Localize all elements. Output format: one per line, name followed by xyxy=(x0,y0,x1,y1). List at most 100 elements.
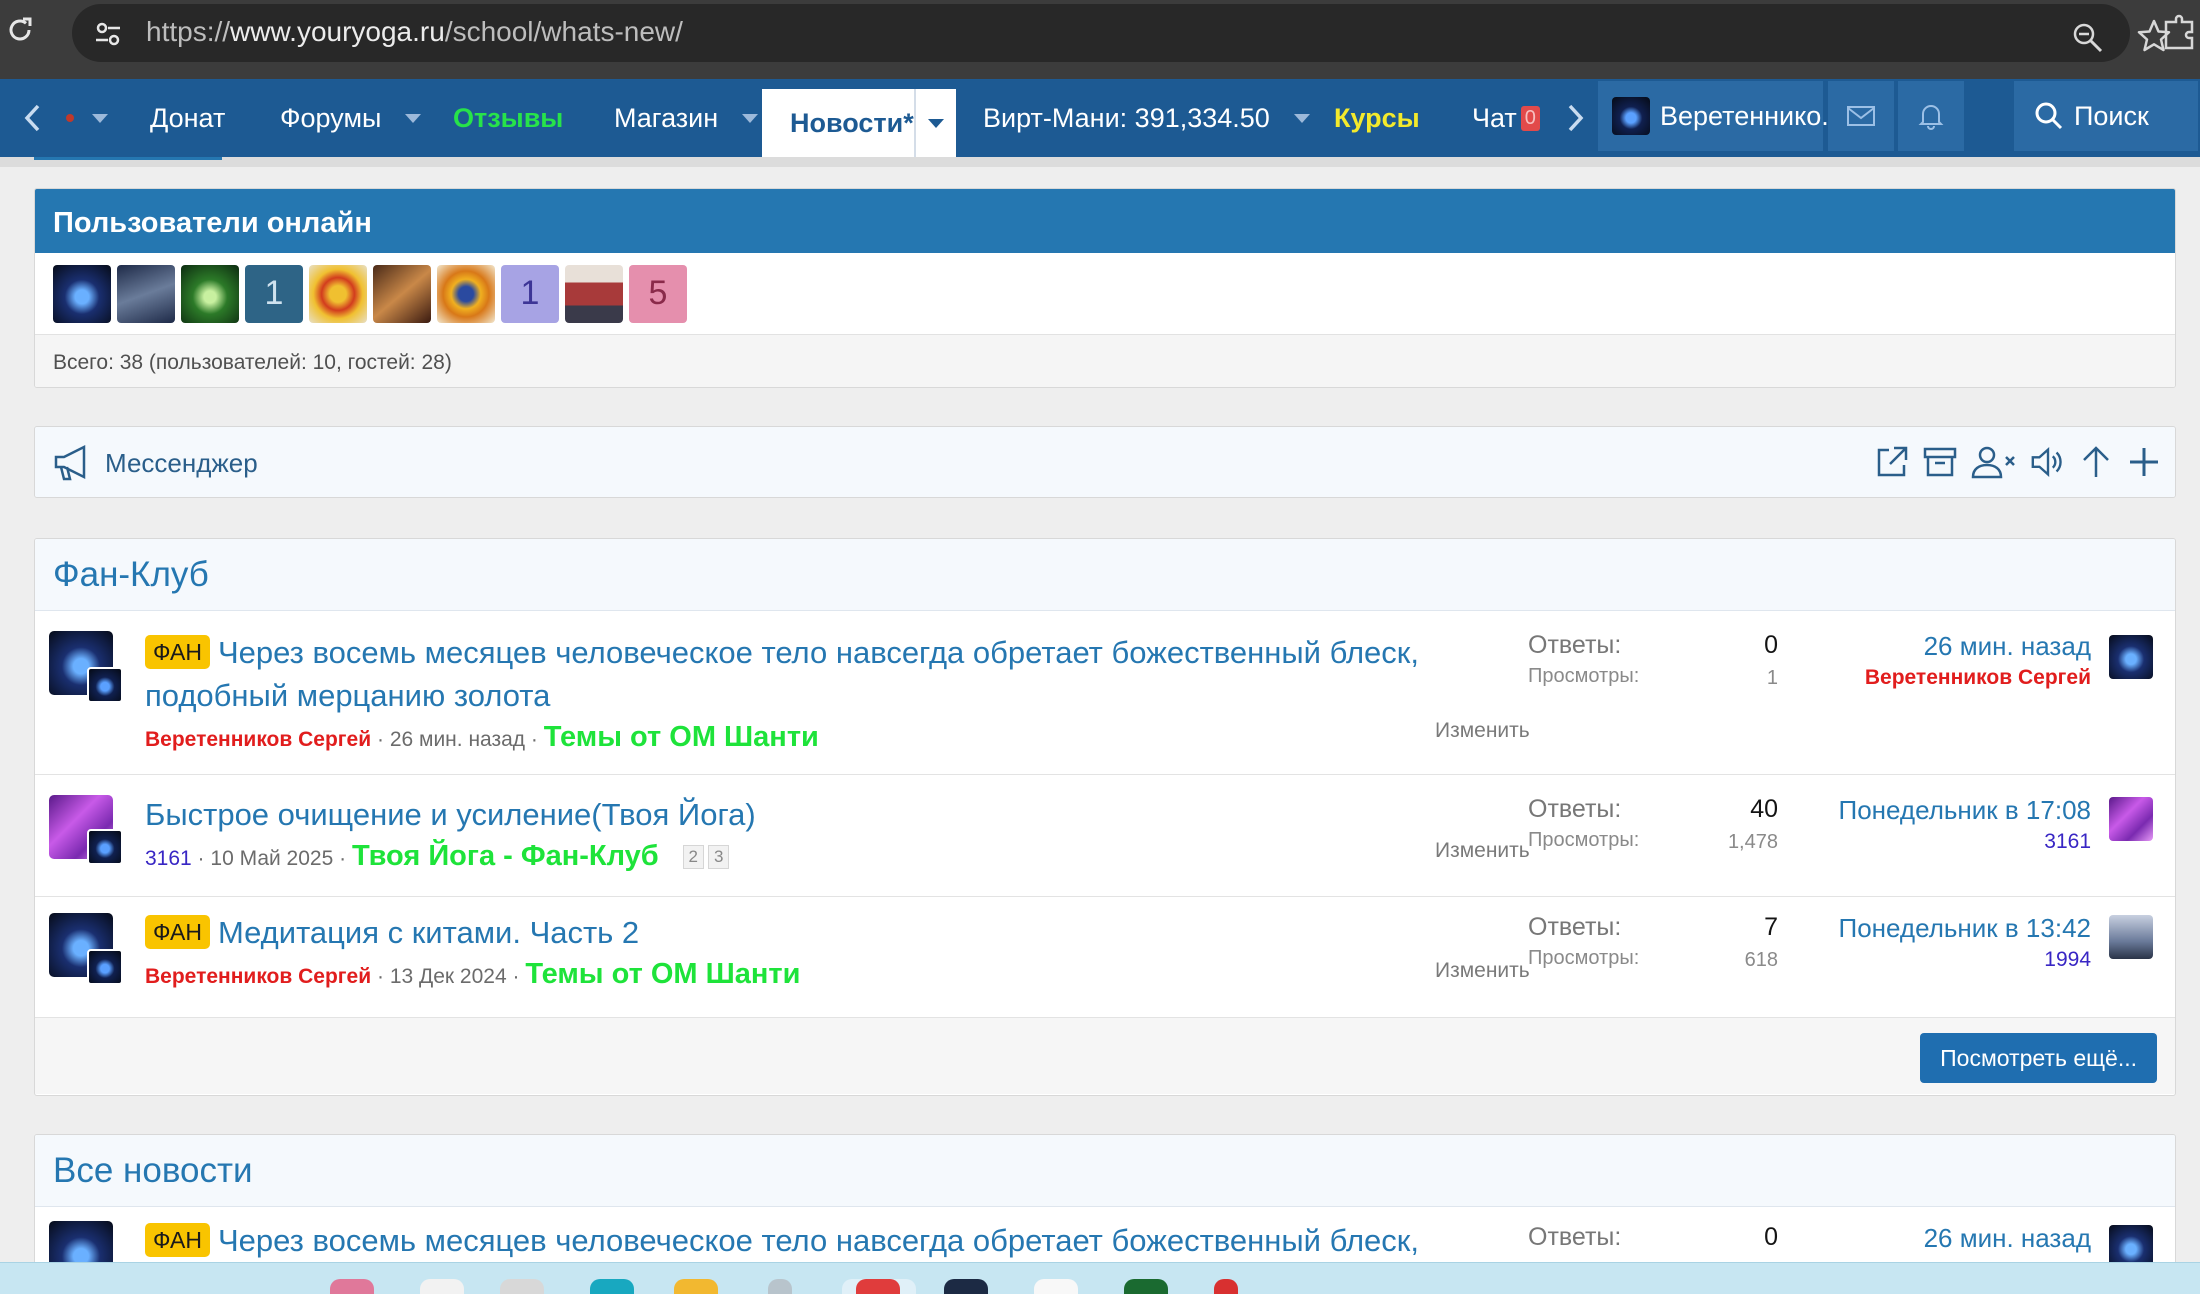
avatar[interactable] xyxy=(373,264,431,323)
search-button[interactable]: Поиск xyxy=(2014,81,2198,151)
views-label: Просмотры: xyxy=(1528,829,1640,851)
avatar-small[interactable] xyxy=(87,667,123,703)
thread-author[interactable]: 3161 xyxy=(145,847,192,870)
taskbar-app-icon[interactable] xyxy=(1034,1279,1078,1294)
taskbar-app-icon[interactable] xyxy=(768,1279,792,1294)
thread-title[interactable]: ФАН Через восемь месяцев человеческое тел… xyxy=(145,631,1485,717)
latest-user[interactable]: Веретенников Сергей xyxy=(1865,666,2091,690)
user-menu[interactable]: Веретеннико... xyxy=(1598,81,1844,151)
url-text[interactable]: https://www.youryoga.ru/school/whats-new… xyxy=(146,16,683,48)
plus-icon[interactable] xyxy=(2125,443,2163,481)
thread-meta: Веретенников Сергей · 13 Дек 2024 · Темы… xyxy=(145,958,801,990)
taskbar-app-icon[interactable] xyxy=(330,1279,374,1294)
user-remove-icon[interactable] xyxy=(1969,443,2019,481)
view-more-button[interactable]: Посмотреть ещё... xyxy=(1920,1033,2157,1083)
thread-date[interactable]: 26 мин. назад xyxy=(390,728,525,751)
avatar-letter[interactable]: 1 xyxy=(501,264,559,323)
arrow-up-icon[interactable] xyxy=(2077,443,2115,481)
nav-item-reviews[interactable]: Отзывы xyxy=(453,79,563,157)
edit-link[interactable]: Изменить xyxy=(1435,719,1530,743)
nav-item-chat[interactable]: Чат 0 xyxy=(1472,79,1540,157)
inbox-button[interactable] xyxy=(1828,81,1894,151)
latest-time[interactable]: 26 мин. назад xyxy=(1865,631,2091,662)
thread-author[interactable]: Веретенников Сергей xyxy=(145,965,371,988)
search-icon xyxy=(2035,102,2063,130)
reload-icon[interactable] xyxy=(4,14,36,46)
thread-meta: Веретенников Сергей · 26 мин. назад · Те… xyxy=(145,721,819,753)
avatar-letter[interactable]: 5 xyxy=(629,264,687,323)
thread-forum[interactable]: Темы от ОМ Шанти xyxy=(544,721,819,753)
thread-date[interactable]: 10 Май 2025 xyxy=(210,847,333,870)
sound-icon[interactable] xyxy=(2029,443,2067,481)
edit-link[interactable]: Изменить xyxy=(1435,959,1530,983)
thread-title-line1: Через восемь месяцев человеческое тело н… xyxy=(217,1223,1419,1258)
edit-link[interactable]: Изменить xyxy=(1435,839,1530,863)
replies-label: Ответы: xyxy=(1528,631,1622,659)
nav-label: Донат xyxy=(150,102,226,133)
nav-scroll-right[interactable] xyxy=(1566,79,1586,157)
external-link-icon[interactable] xyxy=(1873,443,1911,481)
thread-title[interactable]: ФАН Через восемь месяцев человеческое тел… xyxy=(145,1219,1485,1262)
nav-item-forums[interactable]: Форумы xyxy=(280,79,422,157)
nav-item-virt-money[interactable]: Вирт-Мани: 391,334.50 xyxy=(983,79,1310,157)
messenger-bar[interactable]: Мессенджер xyxy=(35,427,2175,497)
thread-title[interactable]: Быстрое очищение и усиление(Твоя Йога) xyxy=(145,793,1485,836)
avatar[interactable] xyxy=(53,264,111,323)
nav-news-dropdown[interactable] xyxy=(914,89,956,157)
thread-forum[interactable]: Темы от ОМ Шанти xyxy=(525,958,800,990)
site-info-icon[interactable] xyxy=(92,18,124,50)
avatar[interactable] xyxy=(309,264,367,323)
page-link[interactable]: 3 xyxy=(708,845,730,869)
avatar[interactable] xyxy=(565,264,623,323)
replies-count: 7 xyxy=(1764,913,1778,941)
latest-user[interactable]: 1994 xyxy=(1839,948,2091,972)
taskbar-app-icon[interactable] xyxy=(856,1279,900,1294)
thread-prefix[interactable]: ФАН xyxy=(145,915,210,949)
page-link[interactable]: 2 xyxy=(682,845,705,869)
taskbar-app-icon[interactable] xyxy=(944,1279,988,1294)
thread-prefix[interactable]: ФАН xyxy=(145,1223,210,1257)
latest-user[interactable]: 3161 xyxy=(1839,830,2091,854)
archive-icon[interactable] xyxy=(1921,443,1959,481)
thread-prefix[interactable]: ФАН xyxy=(145,635,210,669)
taskbar-app-icon[interactable] xyxy=(1124,1279,1168,1294)
taskbar-app-icon[interactable] xyxy=(590,1279,634,1294)
nav-item-hidden[interactable] xyxy=(66,79,108,157)
extensions-icon[interactable] xyxy=(2160,14,2200,50)
thread-forum[interactable]: Твоя Йога - Фан-Клуб xyxy=(352,840,659,872)
replies-label: Ответы: xyxy=(1528,913,1622,941)
nav-user-area: Веретеннико... Поиск xyxy=(1594,79,2200,157)
latest-time[interactable]: Понедельник в 13:42 xyxy=(1839,913,2091,944)
taskbar-app-icon[interactable] xyxy=(500,1279,544,1294)
nav-label: Вирт-Мани: 391,334.50 xyxy=(983,102,1270,133)
thread-title[interactable]: ФАН Медитация с китами. Часть 2 xyxy=(145,911,1485,954)
nav-item-shop[interactable]: Магазин xyxy=(614,79,759,157)
nav-item-courses[interactable]: Курсы xyxy=(1334,79,1420,157)
avatar[interactable] xyxy=(437,264,495,323)
zoom-icon[interactable] xyxy=(2070,20,2104,54)
taskbar-app-icon[interactable] xyxy=(1214,1279,1238,1294)
views-count: 618 xyxy=(1744,949,1778,971)
thread-latest: Понедельник в 13:42 1994 xyxy=(1839,913,2091,972)
section-title[interactable]: Все новости xyxy=(35,1135,2175,1207)
avatar[interactable] xyxy=(2109,915,2153,959)
latest-time[interactable]: Понедельник в 17:08 xyxy=(1839,795,2091,826)
avatar[interactable] xyxy=(2109,797,2153,841)
nav-scroll-left[interactable] xyxy=(22,79,42,157)
section-title[interactable]: Фан-Клуб xyxy=(35,539,2175,611)
avatar[interactable] xyxy=(181,264,239,323)
avatar[interactable] xyxy=(2109,635,2153,679)
taskbar-app-icon[interactable] xyxy=(420,1279,464,1294)
avatar[interactable] xyxy=(117,264,175,323)
dot-icon xyxy=(66,114,74,122)
avatar-small[interactable] xyxy=(87,829,123,865)
avatar-small[interactable] xyxy=(87,949,123,985)
nav-item-donat[interactable]: Донат xyxy=(150,79,225,157)
alerts-button[interactable] xyxy=(1898,81,1964,151)
latest-time[interactable]: 26 мин. назад xyxy=(1924,1223,2091,1254)
taskbar-app-icon[interactable] xyxy=(674,1279,718,1294)
thread-author[interactable]: Веретенников Сергей xyxy=(145,728,371,751)
address-bar[interactable]: https://www.youryoga.ru/school/whats-new… xyxy=(72,4,2171,62)
thread-date[interactable]: 13 Дек 2024 xyxy=(390,965,507,988)
avatar-letter[interactable]: 1 xyxy=(245,264,303,323)
